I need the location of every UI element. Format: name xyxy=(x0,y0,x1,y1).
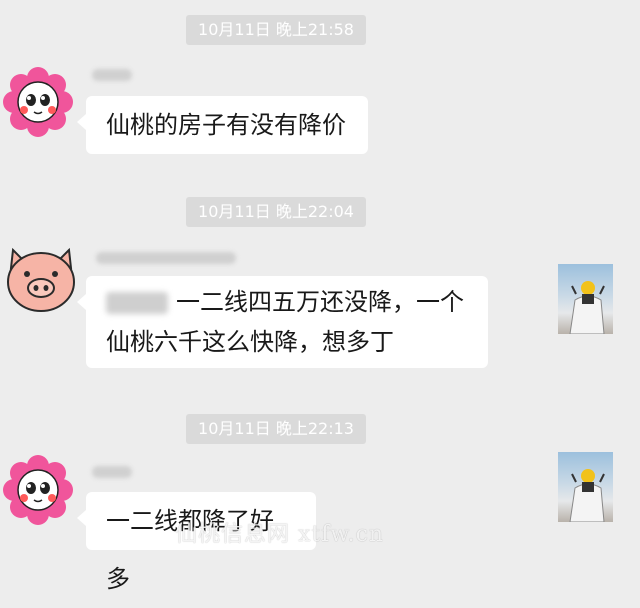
self-avatar[interactable] xyxy=(558,452,613,522)
watermark: 仙桃信息网 xtfw.cn xyxy=(175,522,385,547)
timestamp-2: 10月11日 晚上22:04 xyxy=(186,197,366,227)
message-bubble-1[interactable]: 仙桃的房子有没有降价 xyxy=(77,96,368,154)
flower-avatar[interactable] xyxy=(0,64,76,144)
mention-blurred xyxy=(106,292,168,314)
timestamp-1: 10月11日 晚上21:58 xyxy=(186,15,366,45)
pig-avatar[interactable] xyxy=(3,242,79,318)
message-text-2-line-2: 仙桃六千这么快降，想多丁 xyxy=(106,328,394,356)
self-avatar-icon xyxy=(569,281,605,334)
flower-avatar-icon xyxy=(3,67,73,137)
sender-name-blurred xyxy=(92,466,132,478)
message-line-1-container: 一二线四五万还没降，一个 xyxy=(106,282,468,322)
self-avatar[interactable] xyxy=(558,264,613,334)
timestamp-3: 10月11日 晚上22:13 xyxy=(186,414,366,444)
self-avatar-icon xyxy=(569,469,605,522)
message-text-2-line-1: 一二线四五万还没降，一个 xyxy=(176,288,464,316)
sender-name-blurred xyxy=(96,252,236,264)
message-bubble-2[interactable]: 一二线四五万还没降，一个 仙桃六千这么快降，想多丁 xyxy=(77,276,488,368)
sender-name-blurred xyxy=(92,69,132,81)
flower-avatar-icon xyxy=(3,455,73,525)
message-text-1: 仙桃的房子有没有降价 xyxy=(106,111,346,139)
flower-avatar[interactable] xyxy=(0,452,76,532)
pig-avatar-icon xyxy=(7,247,75,312)
